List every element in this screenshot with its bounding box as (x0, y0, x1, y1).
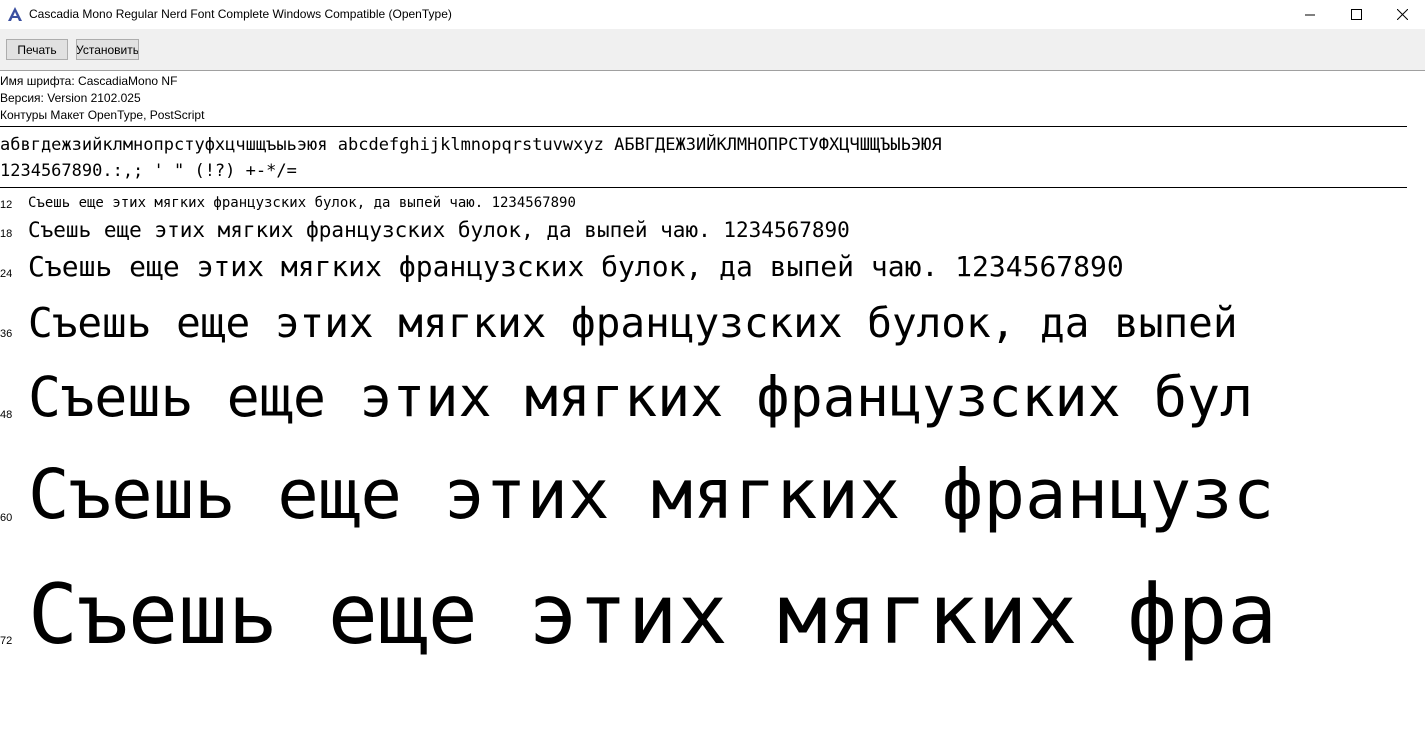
charset-line-symbols: 1234567890.:,; ' " (!?) +-*/= (0, 161, 297, 181)
sample-text-72: Съешь еще этих мягких фра (28, 566, 1278, 663)
toolbar: Печать Установить (0, 29, 1425, 71)
sample-size-48: 48 (0, 409, 13, 421)
sample-text-60: Съешь еще этих мягких французс (28, 455, 1275, 535)
close-button[interactable] (1379, 0, 1425, 29)
vertical-scrollbar[interactable] (1407, 71, 1425, 749)
font-version-line: Версия: Version 2102.025 (0, 91, 141, 105)
sample-size-18: 18 (0, 228, 13, 240)
minimize-icon (1305, 14, 1315, 15)
sample-text-36: Съешь еще этих мягких французских булок,… (28, 299, 1238, 347)
sample-text-12: Съешь еще этих мягких французских булок,… (28, 195, 576, 211)
divider-bottom (0, 187, 1407, 188)
sample-size-12: 12 (0, 199, 13, 211)
font-outline-line: Контуры Макет OpenType, PostScript (0, 108, 205, 122)
font-viewer-icon (8, 7, 22, 21)
sample-size-60: 60 (0, 512, 13, 524)
maximize-icon (1350, 9, 1362, 20)
sample-size-24: 24 (0, 268, 13, 280)
font-name-line: Имя шрифта: CascadiaMono NF (0, 74, 178, 88)
minimize-button[interactable] (1287, 0, 1333, 29)
close-icon (1396, 9, 1408, 20)
maximize-button[interactable] (1333, 0, 1379, 29)
sample-text-18: Съешь еще этих мягких французских булок,… (28, 218, 850, 242)
charset-line-letters: абвгдежзийклмнопрстуфхцчшщъыьэюя abcdefg… (0, 135, 942, 155)
sample-size-72: 72 (0, 635, 13, 647)
window-title: Cascadia Mono Regular Nerd Font Complete… (29, 7, 452, 21)
install-button[interactable]: Установить (76, 39, 139, 60)
title-bar: Cascadia Mono Regular Nerd Font Complete… (0, 0, 1425, 29)
font-preview-area: Имя шрифта: CascadiaMono NF Версия: Vers… (0, 71, 1407, 749)
sample-text-24: Съешь еще этих мягких французских булок,… (28, 250, 1124, 283)
sample-size-36: 36 (0, 328, 13, 340)
divider-top (0, 126, 1407, 127)
sample-text-48: Съешь еще этих мягких французских бул (28, 365, 1254, 429)
print-button[interactable]: Печать (6, 39, 68, 60)
